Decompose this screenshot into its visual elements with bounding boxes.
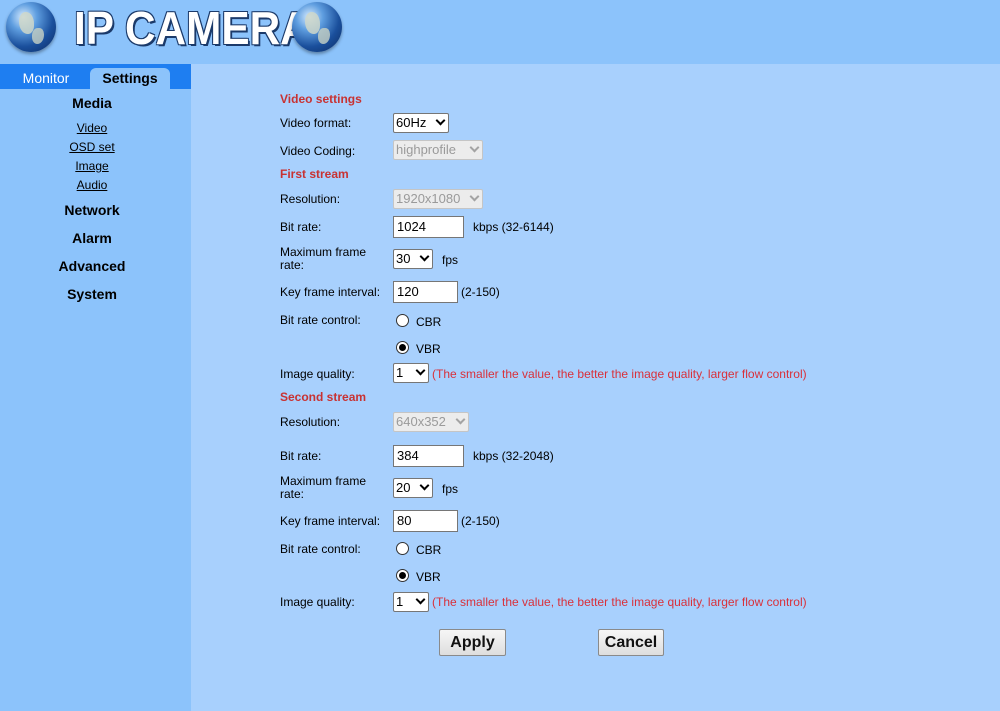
second-max-frame-select[interactable]: 20	[393, 478, 433, 498]
first-max-frame-label-line2: rate:	[280, 258, 305, 272]
second-max-frame-label-line2: rate:	[280, 487, 305, 501]
chevron-down-icon	[415, 594, 426, 605]
second-quality-hint: (The smaller the value, the better the i…	[432, 595, 807, 609]
first-bitrate-label: Bit rate:	[280, 220, 322, 234]
sidebar-item-media[interactable]: Media	[0, 95, 184, 111]
video-coding-label: Video Coding:	[280, 144, 356, 158]
first-keyframe-label: Key frame interval:	[280, 285, 381, 299]
second-keyframe-input[interactable]: 80	[393, 510, 458, 532]
sidebar-item-network[interactable]: Network	[0, 202, 184, 218]
chevron-down-icon	[469, 142, 480, 153]
sidebar-item-alarm[interactable]: Alarm	[0, 230, 184, 246]
sidebar: Monitor Settings Media Video OSD set Ima…	[0, 64, 191, 711]
first-quality-select[interactable]: 1	[393, 363, 429, 383]
header-banner: IP CAMERA	[0, 0, 1000, 64]
second-keyframe-range: (2-150)	[461, 514, 500, 528]
second-vbr-radio[interactable]	[396, 569, 409, 582]
tab-settings[interactable]: Settings	[90, 68, 170, 89]
second-quality-select[interactable]: 1	[393, 592, 429, 612]
first-vbr-radio[interactable]	[396, 341, 409, 354]
first-resolution-select: 1920x1080	[393, 189, 483, 209]
second-quality-label: Image quality:	[280, 595, 355, 609]
first-quality-label: Image quality:	[280, 367, 355, 381]
second-bitrate-control-label: Bit rate control:	[280, 542, 361, 556]
chevron-down-icon	[419, 251, 430, 262]
apply-button[interactable]: Apply	[439, 629, 506, 656]
second-quality-value: 1	[396, 594, 404, 609]
second-resolution-value: 640x352	[396, 414, 446, 429]
second-fps-unit: fps	[442, 482, 459, 496]
sidebar-item-system[interactable]: System	[0, 286, 184, 302]
first-max-frame-select[interactable]: 30	[393, 249, 433, 269]
first-resolution-value: 1920x1080	[396, 191, 461, 206]
tab-monitor[interactable]: Monitor	[0, 68, 92, 89]
video-coding-select: highprofile	[393, 140, 483, 160]
cancel-button[interactable]: Cancel	[598, 629, 664, 656]
second-max-frame-label: Maximum frame rate:	[280, 475, 366, 501]
second-cbr-radio[interactable]	[396, 542, 409, 555]
second-vbr-label: VBR	[416, 570, 441, 584]
first-quality-hint: (The smaller the value, the better the i…	[432, 367, 807, 381]
second-keyframe-label: Key frame interval:	[280, 514, 381, 528]
section-title-second-stream: Second stream	[280, 390, 367, 404]
first-cbr-label: CBR	[416, 315, 442, 329]
app-title: IP CAMERA	[74, 2, 311, 54]
second-bitrate-label: Bit rate:	[280, 449, 322, 463]
first-bitrate-input[interactable]: 1024	[393, 216, 464, 238]
first-keyframe-range: (2-150)	[461, 285, 500, 299]
second-resolution-label: Resolution:	[280, 415, 341, 429]
video-format-label: Video format:	[280, 116, 352, 130]
second-bitrate-range: kbps (32-2048)	[473, 449, 554, 463]
video-coding-value: highprofile	[396, 142, 456, 157]
sidebar-link-osd-set[interactable]: OSD set	[0, 140, 184, 154]
globe-icon	[6, 2, 56, 52]
first-bitrate-control-label: Bit rate control:	[280, 313, 361, 327]
sidebar-link-image[interactable]: Image	[0, 159, 184, 173]
second-bitrate-input[interactable]: 384	[393, 445, 464, 467]
second-cbr-label: CBR	[416, 543, 442, 557]
chevron-down-icon	[435, 115, 446, 126]
first-quality-value: 1	[396, 365, 404, 380]
chevron-down-icon	[415, 365, 426, 376]
first-bitrate-range: kbps (32-6144)	[473, 220, 554, 234]
chevron-down-icon	[455, 414, 466, 425]
sidebar-link-audio[interactable]: Audio	[0, 178, 184, 192]
sidebar-item-advanced[interactable]: Advanced	[0, 258, 184, 274]
chevron-down-icon	[469, 191, 480, 202]
first-cbr-radio[interactable]	[396, 314, 409, 327]
first-fps-unit: fps	[442, 253, 459, 267]
second-max-frame-label-line1: Maximum frame	[280, 474, 367, 488]
second-max-frame-value: 20	[396, 480, 411, 495]
section-title-first-stream: First stream	[280, 167, 349, 181]
chevron-down-icon	[419, 480, 430, 491]
globe-icon	[292, 2, 342, 52]
first-max-frame-value: 30	[396, 251, 411, 266]
tab-bar: Monitor Settings	[0, 64, 191, 89]
first-resolution-label: Resolution:	[280, 192, 341, 206]
first-max-frame-label: Maximum frame rate:	[280, 246, 366, 272]
first-max-frame-label-line1: Maximum frame	[280, 245, 367, 259]
first-keyframe-input[interactable]: 120	[393, 281, 458, 303]
sidebar-link-video[interactable]: Video	[0, 121, 184, 135]
first-vbr-label: VBR	[416, 342, 441, 356]
second-resolution-select: 640x352	[393, 412, 469, 432]
video-format-select[interactable]: 60Hz	[393, 113, 449, 133]
video-format-value: 60Hz	[396, 115, 427, 130]
section-title-video-settings: Video settings	[280, 92, 362, 106]
